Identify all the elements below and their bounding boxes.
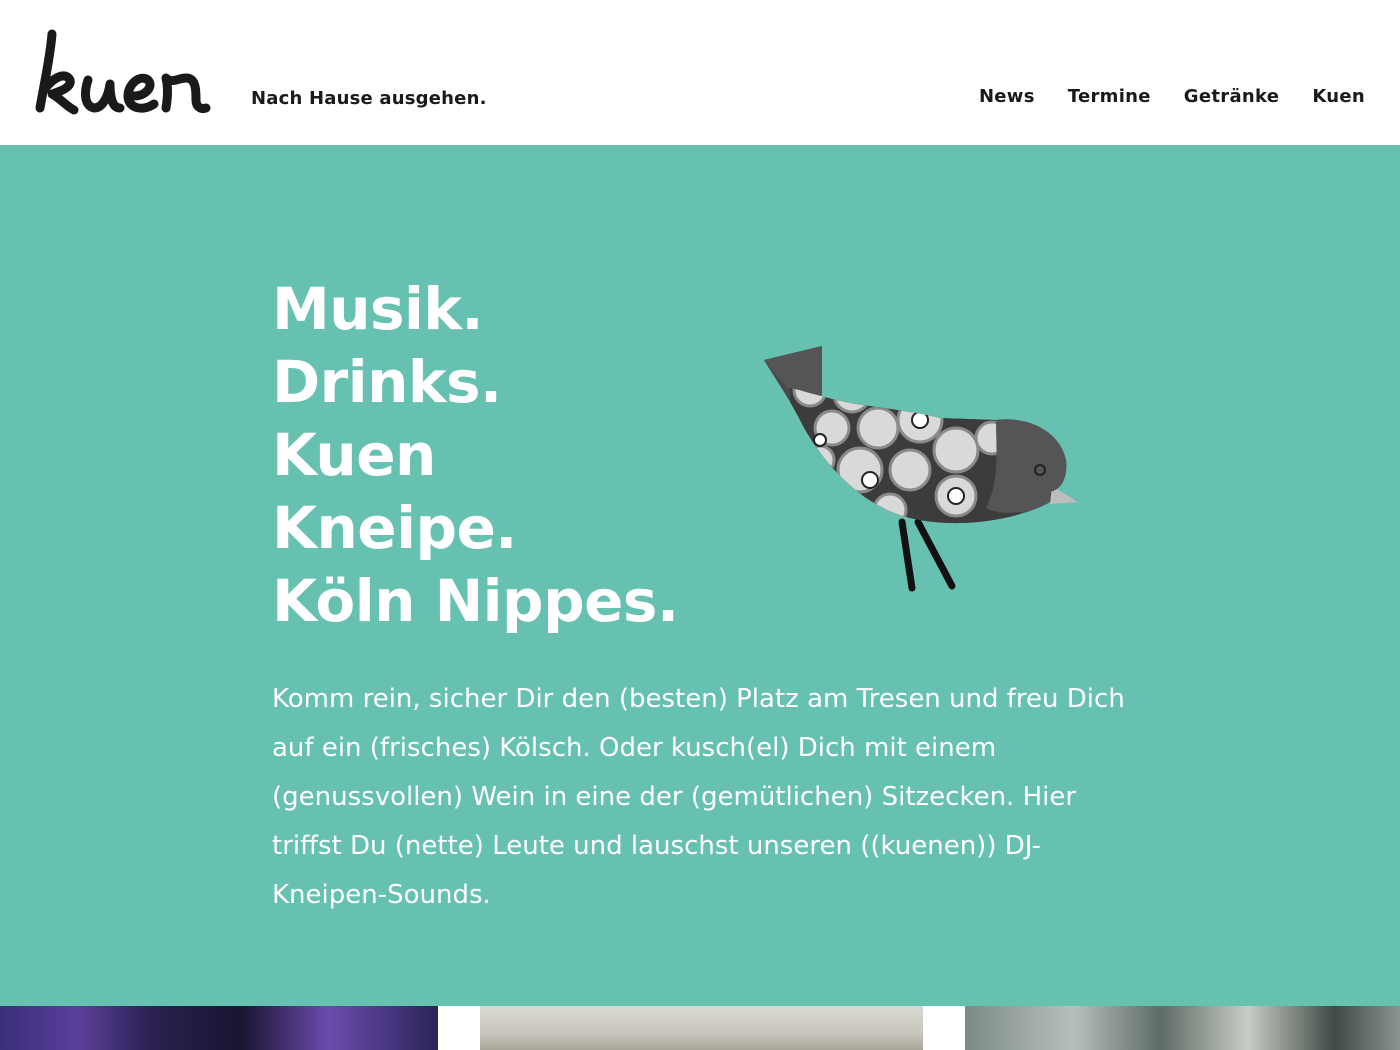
headline-line: Kuen bbox=[272, 421, 436, 489]
headline-line: Kneipe. bbox=[272, 494, 517, 562]
headline-line: Musik. bbox=[272, 275, 484, 343]
nav-link-kuen[interactable]: Kuen bbox=[1312, 86, 1365, 107]
bird-illustration bbox=[764, 346, 1078, 592]
photo-thumbnail-1[interactable] bbox=[0, 1006, 438, 1050]
headline-line: Drinks. bbox=[272, 348, 502, 416]
photo-gallery bbox=[0, 1006, 1400, 1050]
hero-intro-text: Komm rein, sicher Dir den (besten) Platz… bbox=[272, 684, 1125, 910]
nav-link-termine[interactable]: Termine bbox=[1068, 86, 1151, 107]
photo-thumbnail-2[interactable] bbox=[480, 1006, 923, 1050]
site-tagline: Nach Hause ausgehen. bbox=[251, 88, 487, 109]
nav-link-getraenke[interactable]: Getränke bbox=[1184, 86, 1280, 107]
headline-line: Köln Nippes. bbox=[272, 567, 679, 635]
main-navigation: News Termine Getränke Kuen bbox=[946, 86, 1365, 107]
hero-section: Musik. Drinks. Kuen Kneipe. Köln Nippes. bbox=[0, 145, 1400, 1006]
site-header: Nach Hause ausgehen. News Termine Geträn… bbox=[0, 0, 1400, 145]
photo-thumbnail-3[interactable] bbox=[965, 1006, 1400, 1050]
nav-link-news[interactable]: News bbox=[979, 86, 1035, 107]
hero-headline: Musik. Drinks. Kuen Kneipe. Köln Nippes. bbox=[272, 273, 679, 638]
kuen-logo[interactable] bbox=[30, 14, 215, 124]
